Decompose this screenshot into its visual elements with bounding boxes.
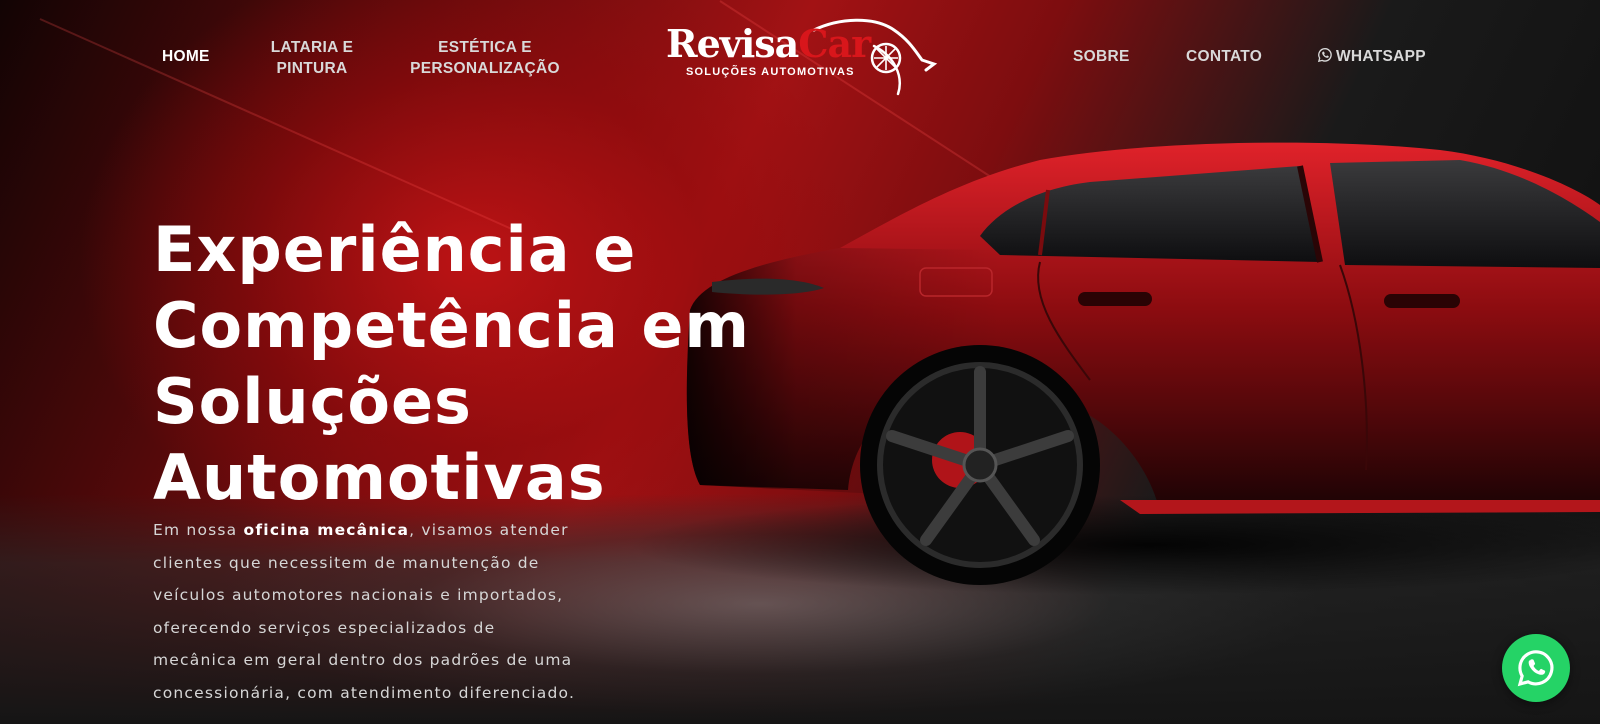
hero-headline-line1: Experiência e bbox=[153, 213, 637, 286]
nav-sobre-label: SOBRE bbox=[1073, 48, 1130, 65]
intro-text-start: Em nossa bbox=[153, 521, 244, 539]
nav-home[interactable]: HOME bbox=[162, 46, 210, 67]
hero-headline-line3: Automotivas bbox=[153, 441, 606, 514]
hero-intro-text: Em nossa oficina mecânica, visamos atend… bbox=[153, 514, 583, 709]
nav-contato[interactable]: CONTATO bbox=[1186, 46, 1262, 67]
logo-tagline: SOLUÇÕES AUTOMOTIVAS bbox=[686, 66, 855, 78]
nav-sobre[interactable]: SOBRE bbox=[1073, 46, 1130, 67]
nav-lataria-pintura[interactable]: LATARIA E PINTURA bbox=[260, 37, 364, 79]
hero-headline: Experiência e Competência em Soluções Au… bbox=[153, 212, 1053, 516]
logo-wordmark: RevisaCar bbox=[666, 21, 871, 66]
nav-whatsapp-label: WHATSAPP bbox=[1336, 48, 1426, 65]
whatsapp-float-button[interactable] bbox=[1502, 634, 1570, 702]
intro-highlight: oficina mecânica bbox=[243, 521, 410, 539]
logo-part2: Car bbox=[798, 21, 871, 66]
hero-headline-line2: Competência em Soluções bbox=[153, 289, 751, 438]
brand-logo[interactable]: RevisaCar SOLUÇÕES AUTOMOTIVAS bbox=[664, 16, 940, 98]
whatsapp-icon bbox=[1517, 650, 1554, 687]
nav-lataria-label-line2: PINTURA bbox=[276, 60, 348, 77]
logo-part1: Revisa bbox=[666, 21, 799, 66]
nav-estetica-label-line1: ESTÉTICA E bbox=[438, 39, 532, 56]
nav-home-label: HOME bbox=[162, 48, 210, 65]
nav-estetica-label-line2: PERSONALIZAÇÃO bbox=[410, 60, 560, 77]
intro-text-rest: , visamos atender clientes que necessite… bbox=[153, 521, 576, 702]
nav-lataria-label-line1: LATARIA E bbox=[270, 39, 354, 56]
nav-estetica-personalizacao[interactable]: ESTÉTICA E PERSONALIZAÇÃO bbox=[410, 37, 560, 79]
nav-contato-label: CONTATO bbox=[1186, 48, 1263, 65]
nav-whatsapp[interactable]: WHATSAPP bbox=[1317, 46, 1426, 67]
whatsapp-icon bbox=[1317, 47, 1332, 63]
